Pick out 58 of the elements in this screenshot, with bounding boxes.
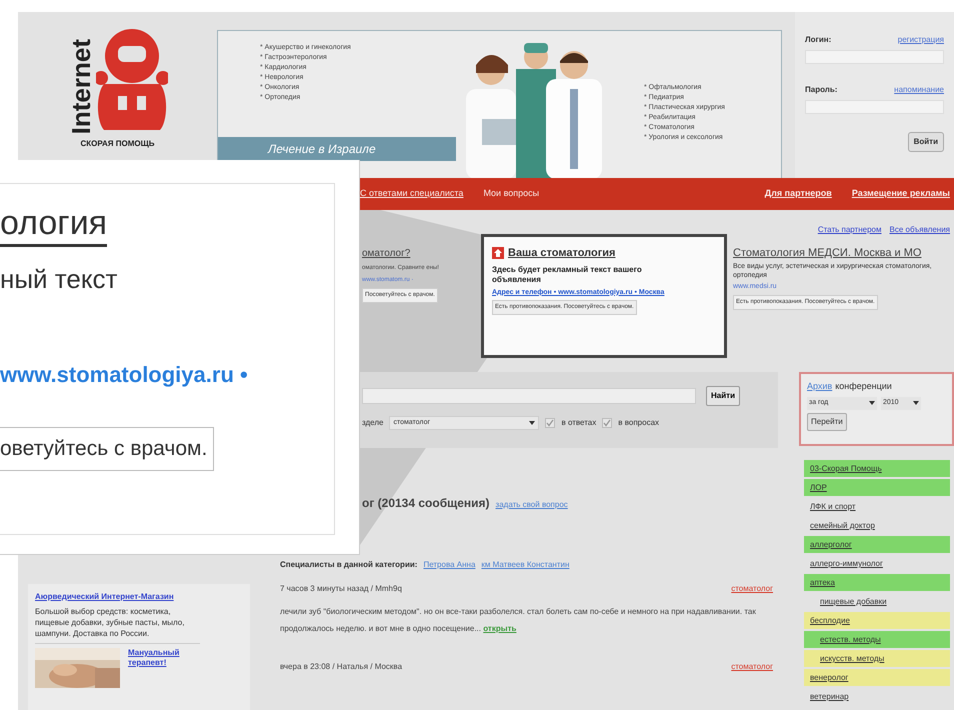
go-button[interactable]: Перейти [807, 412, 847, 430]
post-meta: вчера в 23:08 / Наталья / Москва [280, 661, 402, 673]
caret-icon [913, 401, 919, 405]
caret-icon [869, 401, 875, 405]
partner-link[interactable]: Все объявления [889, 224, 950, 236]
ad-warning: оветуйтесь с врачом. [0, 427, 214, 471]
caret-icon [529, 421, 536, 425]
register-link[interactable]: регистрация [898, 34, 944, 46]
password-label: Пароль: [805, 84, 838, 96]
ad-text: Здесь будет рекламный текст вашего объявления [492, 264, 643, 284]
post-meta: 7 часов 3 минуты назад / Mmh9q [280, 583, 402, 595]
ad-title-link[interactable]: Аюрведический Интернет-Магазин [35, 592, 205, 602]
banner[interactable] [217, 30, 782, 180]
checkbox-label: в ответах [561, 417, 596, 429]
category-link[interactable]: 03-Скорая Помощь [804, 460, 950, 477]
ad-text: Большой выбор средств: косметика, пищевые добавки, зубные пасты, мыло, шампуни. Доставка по России. [35, 606, 200, 644]
category-link[interactable]: пищевые добавки [804, 593, 950, 610]
category-link[interactable]: семейный доктор [804, 517, 950, 534]
search-field[interactable] [362, 388, 696, 404]
category-link[interactable]: аптека [804, 574, 950, 591]
ad-title-link[interactable]: оматолог? [362, 246, 481, 261]
ad-title-link[interactable]: Стоматология МЕДСИ. Москва и МО [733, 246, 954, 260]
nav-link[interactable]: Для партнеров [764, 187, 832, 201]
login-label: Логин: [805, 34, 832, 46]
category-link[interactable]: ЛОР [804, 479, 950, 496]
category-link[interactable]: аллерголог [804, 536, 950, 553]
category-link[interactable]: аллерго-иммунолог [804, 555, 950, 572]
logo-text: Internet [68, 38, 94, 134]
archive-label: конференции [835, 380, 892, 393]
tag-link[interactable]: стоматолог [731, 583, 773, 595]
specialists-label: Специалисты в данной категории: [280, 559, 418, 571]
post-text: лечили зуб "биологическим методом". но он все-таки разболелся. стал болеть сам по-себе и немного на при надавливании. так продолжалось неделю. и вот мне в одно посещение... открыть [280, 606, 757, 635]
search-button[interactable]: Найти [706, 386, 740, 406]
category-link[interactable]: бесплодие [804, 612, 950, 629]
filter-label: зделе [362, 417, 384, 429]
checkbox[interactable] [602, 418, 612, 428]
remind-link[interactable]: напоминание [894, 84, 944, 96]
category-link[interactable]: естеств. методы [804, 631, 950, 648]
topic-title: ог (20134 сообщения) [362, 495, 490, 512]
ad-title-link[interactable]: Ваша стоматология [508, 245, 616, 262]
nav-link[interactable]: С ответами специалиста [360, 187, 464, 201]
logo-caption: СКОРАЯ ПОМОЩЬ [80, 138, 155, 150]
category-link[interactable]: венеролог [804, 669, 950, 686]
ad-title-link[interactable]: Мануальный терапевт! [128, 648, 188, 688]
partner-link[interactable]: Стать партнером [818, 224, 882, 236]
category-link[interactable]: ветеринар [804, 688, 950, 705]
login-button[interactable]: Войти [908, 132, 944, 152]
banner-caption: Лечение в Израиле [218, 137, 456, 161]
ad-title: ология [0, 202, 108, 247]
category-link[interactable]: искусств. методы [804, 650, 950, 667]
ad-text: ный текст [0, 263, 118, 295]
nav-link[interactable]: Размещение рекламы [852, 187, 950, 201]
checkbox-label: в вопросах [618, 417, 660, 429]
checkbox[interactable] [545, 418, 556, 428]
nav-link[interactable]: Мои вопросы [483, 187, 540, 201]
category-link[interactable]: ЛФК и спорт [804, 498, 950, 515]
tag-link[interactable]: стоматолог [731, 661, 773, 673]
ad-url-link[interactable]: www.stomatologiya.ru • [0, 361, 334, 389]
